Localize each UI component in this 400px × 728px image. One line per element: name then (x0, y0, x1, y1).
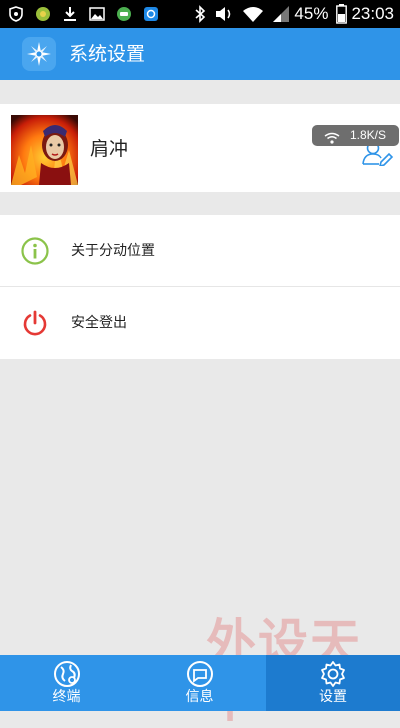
network-speed-badge: 1.8K/S (312, 125, 399, 146)
clock: 23:03 (351, 4, 394, 23)
app-bar: 系统设置 (0, 28, 400, 80)
image-icon (89, 6, 105, 22)
menu-item-about-label: 关于分动位置 (71, 243, 155, 259)
shield-icon (8, 6, 24, 22)
tab-messages[interactable]: 信息 (133, 655, 266, 711)
compass-icon (22, 37, 56, 71)
menu-item-about[interactable]: 关于分动位置 (0, 215, 400, 287)
profile-card[interactable]: 肩冲 (0, 104, 400, 192)
info-icon (21, 237, 49, 265)
volume-icon (214, 5, 234, 23)
download-icon (62, 6, 78, 22)
app-square-icon (143, 6, 159, 22)
wifi-icon (242, 5, 264, 23)
wifi-icon (324, 129, 340, 148)
app-icon (35, 6, 51, 22)
battery-icon (336, 4, 348, 24)
menu-item-logout-label: 安全登出 (71, 315, 127, 331)
battery-percentage: 45% (294, 4, 329, 23)
menu-item-logout[interactable]: 安全登出 (0, 287, 400, 358)
tab-messages-label: 信息 (185, 689, 214, 705)
tab-terminal-label: 终端 (52, 689, 81, 705)
bottom-navigation: 终端 信息 设置 (0, 655, 400, 711)
network-speed-text: 1.8K/S (350, 128, 387, 142)
tab-terminal[interactable]: 终端 (0, 655, 133, 711)
chat-icon (116, 6, 132, 22)
status-bar: 45% 23:03 (0, 0, 400, 28)
power-icon (21, 309, 49, 337)
settings-menu: 关于分动位置 安全登出 (0, 215, 400, 359)
profile-name: 肩冲 (90, 138, 129, 160)
status-bar-system: 45% 23:03 (186, 0, 394, 28)
gear-icon (318, 659, 348, 689)
page-title: 系统设置 (69, 43, 146, 65)
tab-settings[interactable]: 设置 (266, 655, 400, 711)
status-bar-notifications (8, 0, 170, 28)
avatar[interactable] (11, 115, 78, 185)
signal-icon (272, 5, 290, 23)
bluetooth-icon (194, 5, 206, 23)
globe-icon (52, 659, 82, 689)
tab-settings-label: 设置 (319, 689, 347, 705)
message-icon (185, 659, 215, 689)
